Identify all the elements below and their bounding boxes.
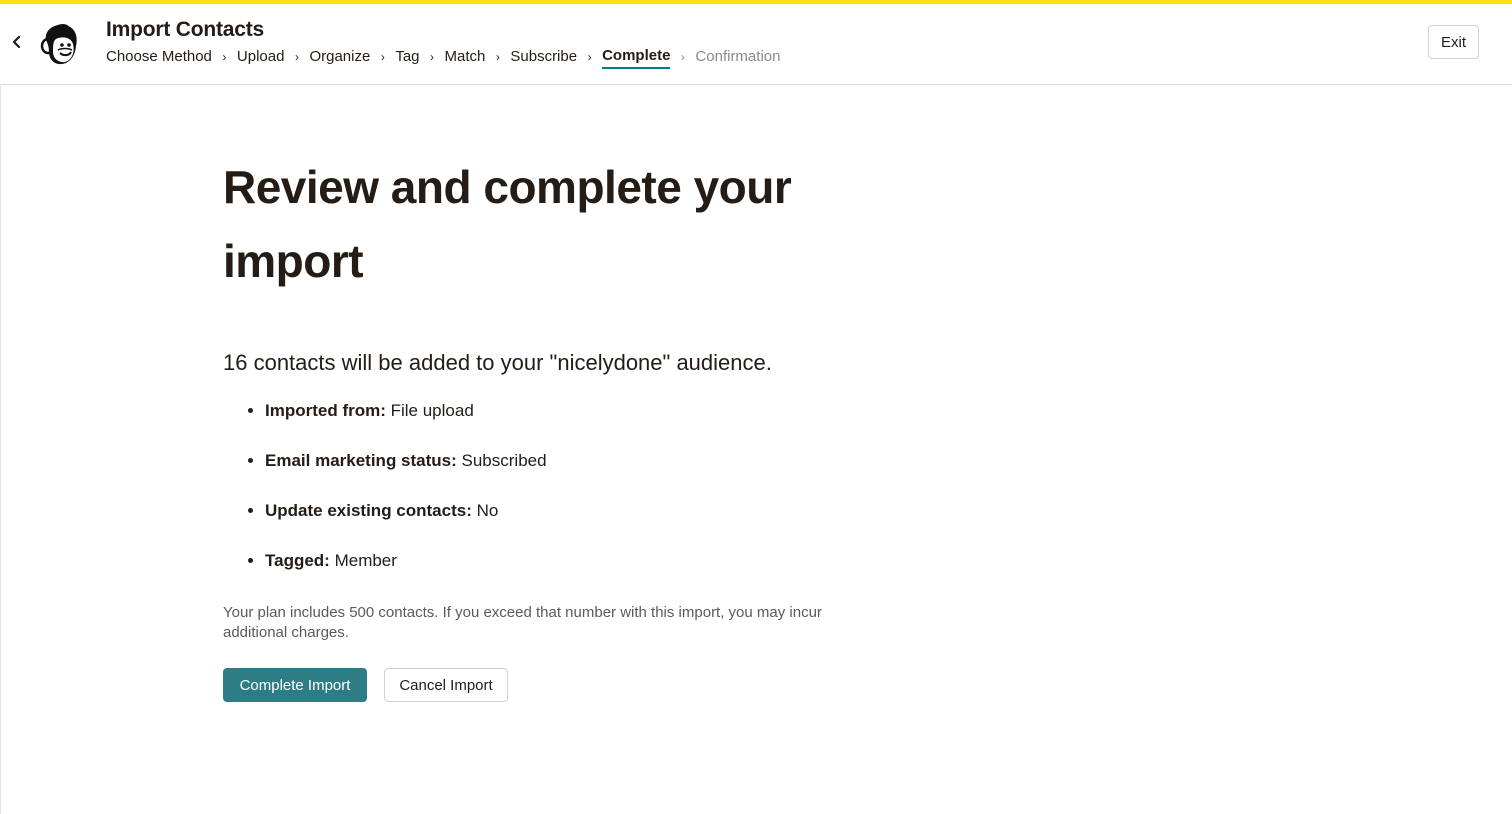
step-choose-method[interactable]: Choose Method: [106, 47, 212, 67]
plan-limit-note: Your plan includes 500 contacts. If you …: [223, 604, 822, 641]
chevron-right-icon: ›: [380, 50, 385, 64]
detail-value: File upload: [390, 401, 474, 420]
back-button[interactable]: [10, 34, 24, 50]
detail-label: Email marketing status:: [265, 451, 462, 470]
left-border: [0, 4, 1, 814]
chevron-right-icon: ›: [495, 50, 500, 64]
mailchimp-logo-icon: [38, 22, 80, 66]
detail-value: Subscribed: [461, 451, 547, 470]
chevron-right-icon: ›: [587, 50, 592, 64]
step-confirmation: Confirmation: [695, 48, 781, 65]
chevron-right-icon: ›: [680, 50, 685, 64]
step-subscribe[interactable]: Subscribe: [510, 47, 577, 67]
step-organize[interactable]: Organize: [309, 47, 370, 67]
list-item: Email marketing status: Subscribed: [265, 450, 923, 500]
list-item: Update existing contacts: No: [265, 500, 923, 550]
step-upload[interactable]: Upload: [237, 47, 285, 67]
detail-label: Imported from:: [265, 401, 391, 420]
complete-import-button[interactable]: Complete Import: [223, 668, 367, 702]
chevron-left-icon: [12, 35, 21, 49]
chevron-right-icon: ›: [222, 50, 227, 64]
detail-label: Tagged:: [265, 551, 335, 570]
page-title: Import Contacts: [106, 18, 265, 41]
detail-value: Member: [334, 551, 397, 570]
step-match[interactable]: Match: [445, 47, 486, 67]
import-summary: 16 contacts will be added to your "nicel…: [223, 350, 772, 375]
review-panel: Review and complete your import 16 conta…: [223, 150, 923, 702]
cancel-import-button[interactable]: Cancel Import: [384, 668, 508, 702]
import-header: Import Contacts Choose Method › Upload ›…: [0, 4, 1512, 85]
exit-button[interactable]: Exit: [1428, 25, 1479, 59]
step-tag[interactable]: Tag: [395, 47, 419, 67]
detail-label: Update existing contacts:: [265, 501, 477, 520]
list-item: Imported from: File upload: [265, 400, 923, 450]
step-breadcrumb: Choose Method › Upload › Organize › Tag …: [106, 46, 781, 69]
chevron-right-icon: ›: [294, 50, 299, 64]
detail-value: No: [476, 501, 499, 520]
step-complete[interactable]: Complete: [602, 46, 671, 69]
list-item: Tagged: Member: [265, 550, 923, 600]
review-heading: Review and complete your import: [223, 161, 792, 287]
action-buttons: Complete Import Cancel Import: [223, 668, 923, 702]
import-details-list: Imported from: File upload Email marketi…: [223, 400, 923, 600]
chevron-right-icon: ›: [430, 50, 435, 64]
